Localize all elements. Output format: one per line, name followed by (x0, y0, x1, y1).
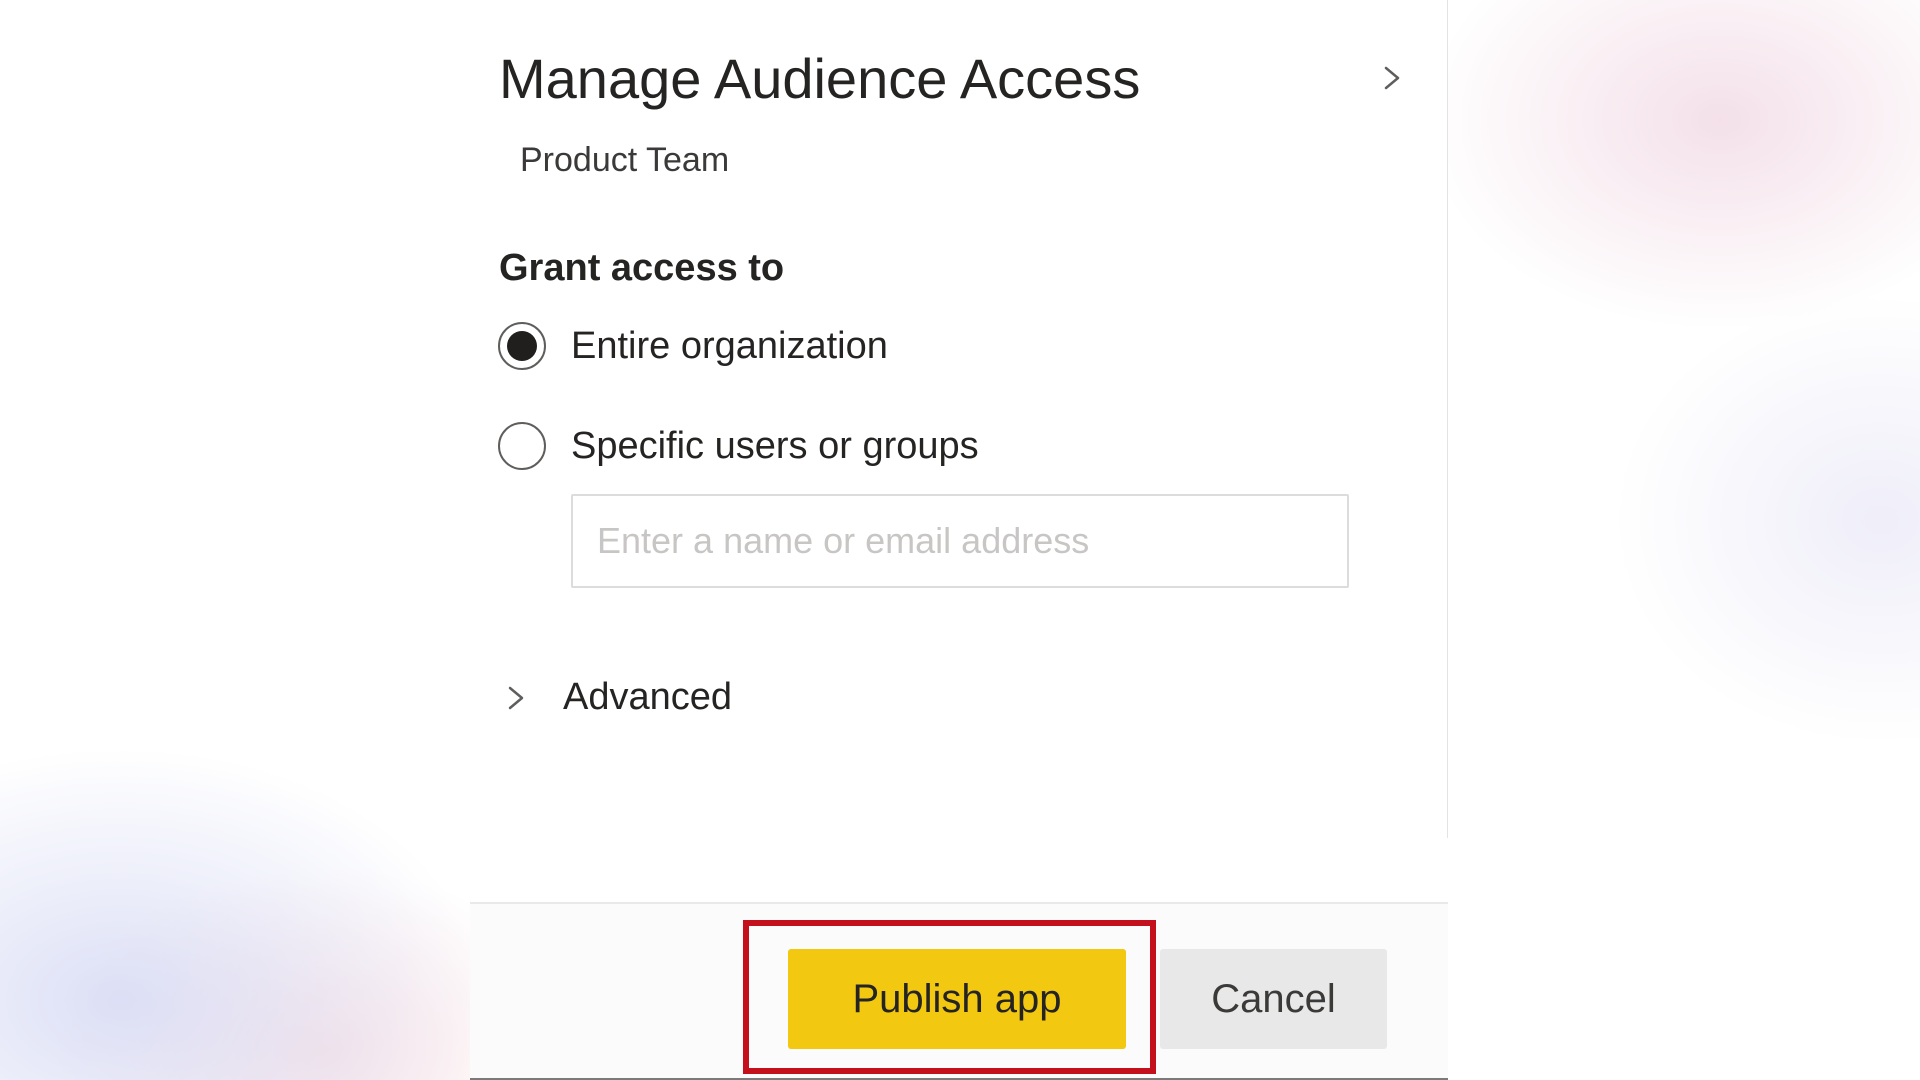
panel-divider (1447, 0, 1448, 838)
advanced-toggle[interactable]: Advanced (505, 676, 732, 719)
manage-access-panel: Manage Audience Access Product Team Gran… (470, 0, 1448, 1080)
cancel-button[interactable]: Cancel (1160, 949, 1387, 1049)
panel-title: Manage Audience Access (499, 47, 1141, 110)
radio-button-selected[interactable] (498, 322, 546, 370)
grant-access-label: Grant access to (499, 247, 785, 289)
radio-label-entire-organization: Entire organization (571, 324, 888, 367)
radio-specific-users[interactable]: Specific users or groups (498, 422, 979, 470)
chevron-right-icon[interactable] (1380, 62, 1404, 94)
radio-button-unselected[interactable] (498, 422, 546, 470)
name-or-email-input[interactable] (571, 494, 1349, 588)
chevron-right-icon (508, 686, 524, 709)
radio-label-specific-users: Specific users or groups (571, 424, 979, 467)
advanced-label: Advanced (563, 676, 733, 718)
radio-dot (507, 331, 537, 361)
publish-app-button[interactable]: Publish app (788, 949, 1126, 1049)
workspace-name: Product Team (520, 141, 730, 179)
radio-entire-organization[interactable]: Entire organization (498, 322, 888, 370)
